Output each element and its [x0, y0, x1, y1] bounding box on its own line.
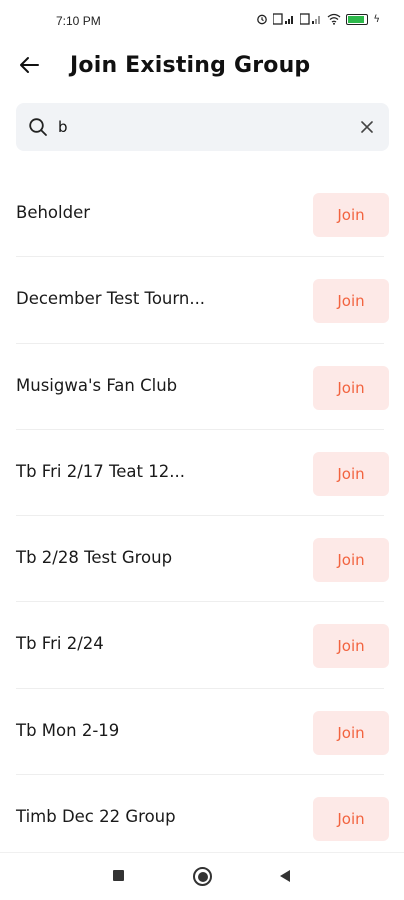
charging-icon: ϟ: [373, 13, 380, 25]
back-icon[interactable]: [280, 870, 290, 882]
back-button[interactable]: [14, 50, 44, 80]
join-button[interactable]: Join: [313, 451, 389, 496]
close-icon[interactable]: [357, 117, 377, 137]
arrow-left-icon: [20, 57, 39, 73]
list-item: Timb Dec 22 Group Join: [0, 775, 404, 861]
list-item: Tb Fri 2/24 Join: [0, 602, 404, 689]
group-name: Timb Dec 22 Group: [16, 807, 176, 827]
group-name: Beholder: [16, 203, 91, 222]
home-icon[interactable]: [193, 867, 212, 886]
list-item: Tb 2/28 Test Group Join: [0, 516, 404, 603]
wifi-icon: [327, 13, 341, 25]
group-name: Tb Mon 2-19: [16, 720, 120, 740]
list-item: Tb Mon 2-19 Join: [0, 689, 404, 776]
join-button[interactable]: Join: [313, 538, 389, 583]
signal-icon: [300, 13, 321, 25]
group-name: Tb Fri 2/17 Teat 12...: [16, 461, 185, 481]
recent-apps-icon[interactable]: [113, 870, 124, 881]
join-button[interactable]: Join: [313, 365, 389, 410]
group-list: Beholder Join December Test Tourn... Joi…: [0, 171, 404, 861]
join-button[interactable]: Join: [313, 193, 389, 237]
group-name: Tb 2/28 Test Group: [16, 548, 173, 568]
header: Join Existing Group: [0, 44, 404, 88]
list-item: Tb Fri 2/17 Teat 12... Join: [0, 430, 404, 517]
system-nav-bar: [0, 852, 404, 900]
group-name: December Test Tourn...: [16, 289, 206, 309]
status-bar: 7:10 PM ϟ: [0, 0, 404, 44]
signal-icon: [273, 13, 294, 25]
group-name: Tb Fri 2/24: [16, 634, 104, 654]
list-item: Beholder Join: [0, 171, 404, 258]
join-button[interactable]: Join: [313, 624, 389, 669]
search-input[interactable]: [58, 111, 338, 143]
status-time: 7:10 PM: [56, 14, 101, 28]
alarm-icon: [257, 14, 268, 25]
search-icon: [29, 118, 47, 136]
join-button[interactable]: Join: [313, 279, 389, 324]
list-item: Musigwa's Fan Club Join: [0, 344, 404, 430]
search-box: [16, 103, 389, 151]
list-item: December Test Tourn... Join: [0, 257, 404, 344]
join-button[interactable]: Join: [313, 710, 389, 755]
page-title: Join Existing Group: [70, 53, 311, 78]
status-icons: ϟ: [256, 13, 380, 25]
join-button[interactable]: Join: [313, 797, 389, 842]
group-name: Musigwa's Fan Club: [16, 375, 178, 395]
battery-icon: [346, 13, 369, 25]
